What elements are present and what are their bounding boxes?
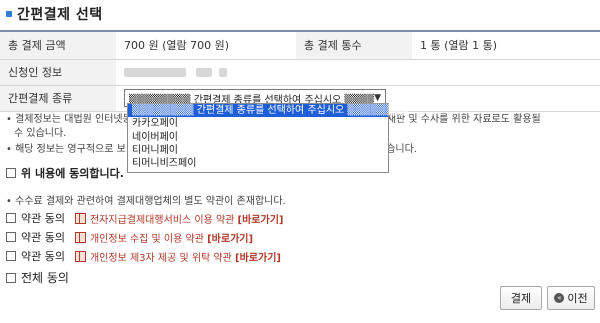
total-amount-label: 총 결제 금액 — [0, 31, 116, 60]
dropdown-option-tmoneypay[interactable]: 티머니페이 — [128, 144, 388, 157]
terms-link-3[interactable]: 개인정보 제3자 제공 및 위탁 약관 [바로가기] — [90, 249, 281, 264]
table-row: 총 결제 금액 700 원 (열람 700 원) 총 결제 통수 1 통 (열람… — [0, 31, 600, 60]
applicant-value — [116, 59, 600, 86]
terms-row-2: 약관 동의 개인정보 수집 및 이용 약관 [바로가기] — [6, 229, 253, 245]
terms-row-3: 약관 동의 개인정보 제3자 제공 및 위탁 약관 [바로가기] — [6, 248, 281, 264]
dropdown-option-kakaopay[interactable]: 카카오페이 — [128, 117, 388, 130]
pay-button[interactable]: 결제 — [500, 286, 542, 310]
terms-checkbox-2[interactable] — [6, 232, 16, 242]
table-row: 신청인 정보 — [0, 59, 600, 86]
terms-agree-label-1: 약관 동의 — [21, 212, 65, 225]
all-agree-checkbox[interactable] — [6, 272, 16, 283]
payment-info-table: 총 결제 금액 700 원 (열람 700 원) 총 결제 통수 1 통 (열람… — [0, 30, 600, 112]
total-count-value: 1 통 (열람 1 통) — [412, 31, 600, 60]
agree-notice-label: 위 내용에 동의합니다. — [21, 167, 124, 180]
dropdown-option-naverpay[interactable]: 네이버페이 — [128, 131, 388, 144]
payment-type-dropdown: ▒▒▒▒▒▒▒▒ 간편결제 종류를 선택하여 주십시오 ▒▒▒▒▒▒▒▒ 카카오… — [127, 103, 409, 173]
applicant-label: 신청인 정보 — [0, 59, 116, 86]
prev-button[interactable]: « 이전 — [547, 286, 595, 310]
terms-link-1[interactable]: 전자지급결제대행서비스 이용 약관 [바로가기] — [90, 211, 284, 226]
total-amount-value: 700 원 (열람 700 원) — [116, 31, 296, 60]
redacted-id — [195, 68, 212, 77]
fee-note: • 수수료 결제와 관련하여 결제대행업체의 별도 약관이 존재합니다. — [6, 196, 286, 207]
total-count-label: 총 결제 통수 — [296, 31, 412, 60]
section-title: 간편결제 선택 — [6, 3, 103, 25]
all-agree-label: 전체 동의 — [21, 271, 69, 285]
terms-link-2[interactable]: 개인정보 수집 및 이용 약관 [바로가기] — [90, 230, 253, 245]
agree-notice-row[interactable]: 위 내용에 동의합니다. — [6, 165, 124, 181]
all-agree-row[interactable]: 전체 동의 — [6, 269, 69, 286]
redacted-extra — [219, 68, 227, 77]
terms-checkbox-1[interactable] — [6, 213, 16, 223]
agree-notice-checkbox[interactable] — [6, 168, 16, 178]
book-icon — [74, 232, 86, 243]
chevron-down-icon: ▼ — [374, 93, 381, 103]
terms-agree-label-2: 약관 동의 — [21, 231, 65, 244]
redacted-name — [124, 68, 186, 77]
terms-row-1: 약관 동의 전자지급결제대행서비스 이용 약관 [바로가기] — [6, 210, 283, 226]
dropdown-option-placeholder[interactable]: ▒▒▒▒▒▒▒▒ 간편결제 종류를 선택하여 주십시오 ▒▒▒▒▒▒▒▒ — [128, 104, 409, 118]
prev-button-label: 이전 — [567, 292, 588, 305]
terms-agree-label-3: 약관 동의 — [21, 250, 65, 263]
book-icon — [74, 251, 86, 262]
title-bullet-icon — [6, 11, 12, 17]
terms-checkbox-3[interactable] — [6, 251, 16, 261]
book-icon — [74, 213, 86, 224]
prev-arrow-icon: « — [554, 293, 565, 303]
payment-type-label: 간편결제 종류 — [0, 85, 116, 112]
dropdown-option-tmoneybizpay[interactable]: 티머니비즈페이 — [128, 157, 388, 170]
page-title: 간편결제 선택 — [17, 7, 103, 23]
